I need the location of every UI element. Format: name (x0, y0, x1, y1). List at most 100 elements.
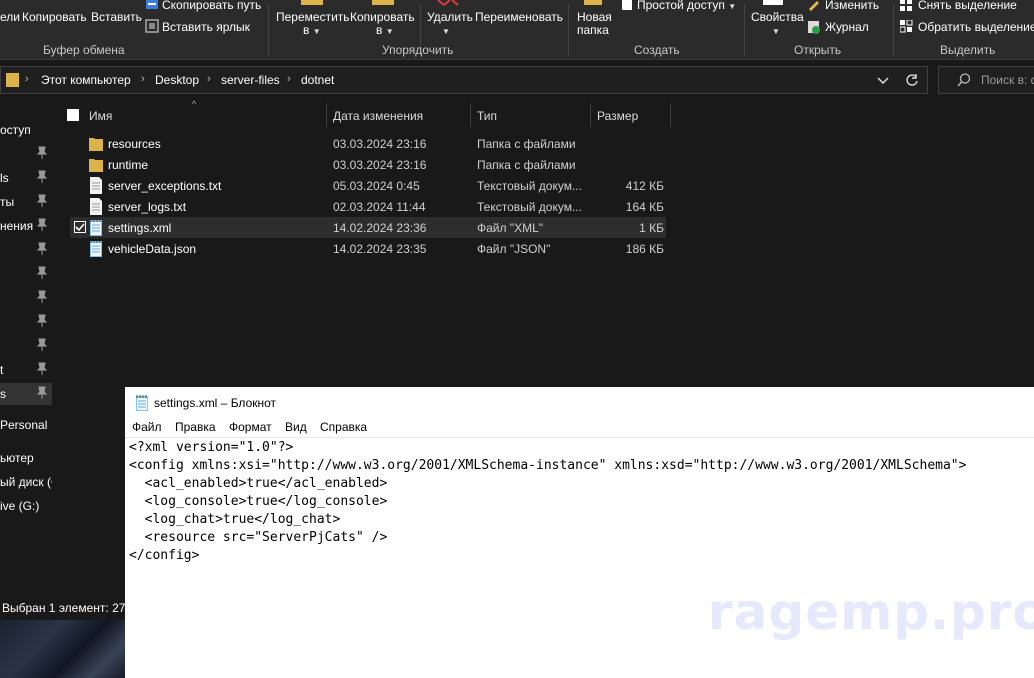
column-header-name[interactable]: Имя (89, 109, 112, 123)
pin-icon (36, 266, 48, 279)
edit-icon (809, 1, 819, 11)
deselect-button[interactable]: Снять выделение (918, 0, 1017, 12)
delete-button[interactable]: Удалить (427, 10, 473, 24)
column-divider[interactable] (670, 103, 671, 127)
address-bar[interactable]: › Этот компьютер › Desktop › server-file… (0, 66, 928, 94)
nav-item[interactable]: Personal (0, 414, 52, 436)
column-divider[interactable] (470, 103, 471, 127)
nav-item[interactable]: ls (0, 167, 52, 189)
select-group-title: Выделить (940, 43, 996, 57)
edit-button[interactable]: Изменить (825, 0, 879, 12)
file-date: 02.03.2024 11:44 (333, 200, 426, 214)
desktop-wallpaper (0, 620, 126, 678)
file-row-selected[interactable]: settings.xml 14.02.2024 23:36 Файл "XML"… (70, 217, 666, 238)
column-divider[interactable] (590, 103, 591, 127)
nav-item[interactable] (0, 143, 52, 165)
nav-item[interactable]: нения (0, 215, 52, 237)
chevron-right-icon[interactable]: › (141, 73, 145, 85)
notepad-title-bar[interactable]: settings.xml – Блокнот (125, 387, 1034, 417)
copy-to-button[interactable]: Копировать (350, 10, 415, 24)
text-file-icon (90, 198, 102, 215)
file-row[interactable]: server_exceptions.txt 05.03.2024 0:45 Те… (70, 175, 666, 196)
select-all-checkbox[interactable] (67, 109, 79, 121)
chevron-right-icon[interactable]: › (25, 73, 29, 85)
refresh-icon[interactable] (905, 73, 919, 87)
properties-dropdown[interactable]: ▼ (772, 23, 780, 39)
invert-selection-icon (900, 20, 913, 33)
column-header-type[interactable]: Тип (477, 109, 497, 123)
properties-button[interactable]: Свойства (751, 10, 804, 24)
chevron-right-icon[interactable]: › (287, 73, 291, 85)
search-box[interactable]: Поиск в: d (938, 66, 1034, 94)
folder-icon (89, 159, 103, 172)
file-name: vehicleData.json (108, 242, 197, 256)
watermark: ragemp.pro (708, 583, 1034, 641)
notepad-file-icon (90, 241, 102, 257)
file-row[interactable]: server_logs.txt 02.03.2024 11:44 Текстов… (70, 196, 666, 217)
text-line: <log_console>true</log_console> (129, 494, 388, 509)
pin-icon (36, 170, 48, 183)
column-header-date[interactable]: Дата изменения (333, 109, 423, 123)
organize-group-title: Упорядочить (382, 43, 454, 57)
menu-edit[interactable]: Правка (175, 420, 216, 434)
menu-format[interactable]: Формат (229, 420, 272, 434)
breadcrumb-item[interactable]: dotnet (301, 73, 334, 87)
breadcrumb-item[interactable]: Desktop (155, 73, 199, 87)
pin-icon (36, 386, 48, 399)
column-header-size[interactable]: Размер (597, 109, 638, 123)
navigation-pane: оступ ls ты нения t s Personal ьютер ый … (0, 101, 54, 621)
pin-icon (36, 290, 48, 303)
nav-item[interactable] (0, 263, 52, 285)
pin-icon (36, 314, 48, 327)
file-size: 1 КБ (639, 221, 664, 235)
breadcrumb-item[interactable]: server-files (221, 73, 280, 87)
easy-access-icon (622, 0, 632, 10)
file-date: 14.02.2024 23:36 (333, 221, 427, 235)
pin-icon (36, 146, 48, 159)
nav-item[interactable] (0, 239, 52, 261)
copy-button[interactable]: Копировать (22, 10, 87, 24)
invert-selection-button[interactable]: Обратить выделение (918, 20, 1034, 34)
file-row[interactable]: resources 03.03.2024 23:16 Папка с файла… (70, 133, 666, 154)
new-folder-button[interactable]: Новая (577, 10, 612, 24)
column-divider[interactable] (326, 103, 327, 127)
nav-item[interactable]: ьютер (0, 447, 52, 469)
file-row[interactable]: runtime 03.03.2024 23:16 Папка с файлами (70, 154, 666, 175)
row-checkbox[interactable] (74, 221, 86, 233)
history-button[interactable]: Журнал (825, 20, 869, 34)
paste-shortcut-button[interactable]: Вставить ярлык (162, 20, 250, 34)
history-icon (808, 21, 820, 34)
easy-access-button[interactable]: Простой доступ ▼ (637, 0, 736, 14)
chevron-right-icon[interactable]: › (207, 73, 211, 85)
nav-item[interactable] (0, 335, 52, 357)
move-to-button[interactable]: Переместить (276, 10, 350, 24)
chevron-down-icon[interactable] (877, 76, 889, 86)
file-size: 412 КБ (625, 179, 664, 193)
nav-item[interactable]: оступ (0, 119, 52, 141)
nav-item[interactable]: ive (G:) (0, 495, 52, 517)
nav-item-selected[interactable]: s (0, 383, 52, 405)
rename-button[interactable]: Переименовать (475, 10, 563, 24)
pin-button-label[interactable]: ели (0, 10, 20, 24)
menu-file[interactable]: Файл (132, 420, 162, 434)
file-row[interactable]: vehicleData.json 14.02.2024 23:35 Файл "… (70, 238, 666, 259)
copy-path-button[interactable]: Скопировать путь (162, 0, 261, 12)
deselect-icon (900, 0, 912, 11)
nav-item[interactable]: t (0, 359, 52, 381)
nav-item[interactable]: ый диск (C (0, 471, 52, 493)
notepad-text-area[interactable]: <?xml version="1.0"?> <config xmlns:xsi=… (125, 437, 1034, 678)
nav-item[interactable] (0, 287, 52, 309)
nav-item[interactable]: ты (0, 191, 52, 213)
delete-dropdown[interactable]: ▼ (442, 23, 450, 39)
menu-view[interactable]: Вид (285, 420, 307, 434)
copy-to-button-line2[interactable]: в ▼ (376, 23, 394, 39)
nav-item[interactable] (0, 311, 52, 333)
menu-help[interactable]: Справка (320, 420, 367, 434)
file-type: Файл "XML" (477, 221, 544, 235)
paste-button[interactable]: Вставить (91, 10, 142, 24)
file-name: runtime (108, 158, 149, 172)
search-icon (957, 73, 971, 87)
new-folder-button-line2[interactable]: папка (577, 23, 609, 37)
move-to-button-line2[interactable]: в ▼ (303, 23, 321, 39)
breadcrumb-item[interactable]: Этот компьютер (41, 73, 131, 87)
